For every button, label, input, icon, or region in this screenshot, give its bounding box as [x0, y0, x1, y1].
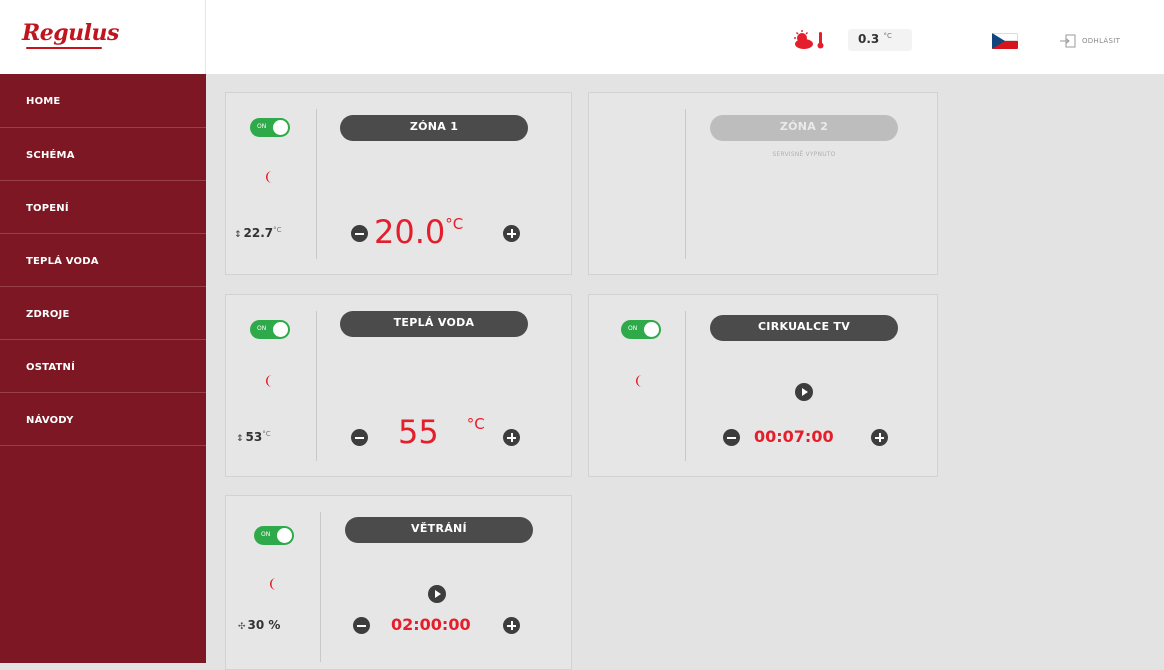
hot-water-setpoint-value: 55 [398, 413, 439, 451]
card-divider [685, 109, 686, 259]
fan-icon: ✣ [238, 622, 246, 632]
sidebar-item-tepla-voda[interactable]: TEPLÁ VODA [0, 234, 206, 287]
sidebar-item-ostatni[interactable]: OSTATNÍ [0, 340, 206, 393]
toggle-on-label: ON [261, 531, 271, 538]
circulation-play-button[interactable] [795, 383, 813, 401]
ventilation-increase-button[interactable] [503, 617, 520, 634]
circulation-increase-button[interactable] [871, 429, 888, 446]
hot-water-actual-value: 53 [245, 430, 263, 444]
ventilation-title[interactable]: VĚTRÁNÍ [345, 517, 533, 543]
ventilation-fan-level: ✣ 30 % [238, 618, 280, 632]
hot-water-toggle[interactable]: ON [250, 320, 290, 339]
night-mode-icon [266, 171, 272, 183]
zone2-card: ZÓNA 2 SERVISNĚ VYPNUTO [588, 92, 938, 275]
night-mode-icon [636, 375, 642, 387]
thermometer-icon: ↕ [236, 434, 244, 444]
zone1-actual-value: 22.7 [243, 226, 274, 240]
hot-water-actual-temp: ↕ 53°C [236, 430, 271, 444]
ventilation-card: ON ✣ 30 % VĚTRÁNÍ 02:00:00 [225, 495, 572, 670]
thermometer-icon: ↕ [234, 230, 242, 240]
toggle-on-label: ON [257, 123, 267, 130]
sidebar-item-home[interactable]: HOME [0, 74, 206, 128]
outside-temp-unit: °C [883, 32, 892, 40]
sidebar-nav: HOME SCHÉMA TOPENÍ TEPLÁ VODA ZDROJE OST… [0, 74, 206, 663]
toggle-knob [277, 528, 292, 543]
zone1-increase-button[interactable] [503, 225, 520, 242]
logout-label: ODHLÁSIT [1082, 37, 1121, 45]
zone1-card: ON ↕ 22.7°C ZÓNA 1 20.0°C [225, 92, 572, 275]
logout-icon [1060, 34, 1076, 48]
circulation-toggle[interactable]: ON [621, 320, 661, 339]
logout-button[interactable]: ODHLÁSIT [1060, 33, 1120, 49]
night-mode-icon [270, 578, 276, 590]
outside-temperature: 0.3 °C [848, 29, 912, 51]
ventilation-fan-value: 30 % [247, 618, 281, 632]
toggle-knob [273, 322, 288, 337]
outside-temp-value: 0.3 [858, 32, 880, 46]
zone1-title[interactable]: ZÓNA 1 [340, 115, 528, 141]
sidebar-item-topeni[interactable]: TOPENÍ [0, 181, 206, 234]
circulation-title[interactable]: CIRKUALCE TV [710, 315, 898, 341]
circulation-decrease-button[interactable] [723, 429, 740, 446]
circulation-card: ON CIRKUALCE TV 00:07:00 [588, 294, 938, 477]
sidebar-item-zdroje[interactable]: ZDROJE [0, 287, 206, 340]
ventilation-timer: 02:00:00 [391, 615, 471, 634]
card-divider [316, 311, 317, 461]
zone2-status: SERVISNĚ VYPNUTO [772, 151, 836, 158]
hot-water-setpoint: 55 °C [398, 413, 485, 451]
ventilation-play-button[interactable] [428, 585, 446, 603]
sun-cloud-thermometer-icon [794, 30, 824, 49]
sidebar-item-schema[interactable]: SCHÉMA [0, 128, 206, 181]
zone1-decrease-button[interactable] [351, 225, 368, 242]
night-mode-icon [266, 375, 272, 387]
regulus-logo[interactable]: Regulus [22, 20, 119, 46]
sidebar-item-navody[interactable]: NÁVODY [0, 393, 206, 446]
hot-water-setpoint-unit: °C [466, 415, 485, 433]
zone1-actual-temp: ↕ 22.7°C [234, 226, 282, 240]
toggle-knob [273, 120, 288, 135]
toggle-knob [644, 322, 659, 337]
czech-flag-icon[interactable] [992, 33, 1018, 49]
zone2-title: ZÓNA 2 [710, 115, 898, 141]
hot-water-actual-unit: °C [262, 430, 271, 438]
zone1-toggle[interactable]: ON [250, 118, 290, 137]
card-divider [320, 512, 321, 662]
logo-area: Regulus [0, 0, 206, 74]
zone1-setpoint: 20.0°C [374, 213, 463, 251]
zone1-actual-unit: °C [273, 226, 282, 234]
zone1-setpoint-unit: °C [445, 215, 464, 233]
card-divider [685, 311, 686, 461]
hot-water-card: ON ↕ 53°C TEPLÁ VODA 55 °C [225, 294, 572, 477]
circulation-timer: 00:07:00 [754, 427, 834, 446]
logo-underline [26, 47, 102, 49]
ventilation-decrease-button[interactable] [353, 617, 370, 634]
zone1-setpoint-value: 20.0 [374, 213, 446, 251]
ventilation-toggle[interactable]: ON [254, 526, 294, 545]
hot-water-increase-button[interactable] [503, 429, 520, 446]
hot-water-decrease-button[interactable] [351, 429, 368, 446]
toggle-on-label: ON [257, 325, 267, 332]
header-bar: Regulus 0.3 °C ODHLÁSIT [0, 0, 1164, 74]
card-divider [316, 109, 317, 259]
hot-water-title[interactable]: TEPLÁ VODA [340, 311, 528, 337]
toggle-on-label: ON [628, 325, 638, 332]
